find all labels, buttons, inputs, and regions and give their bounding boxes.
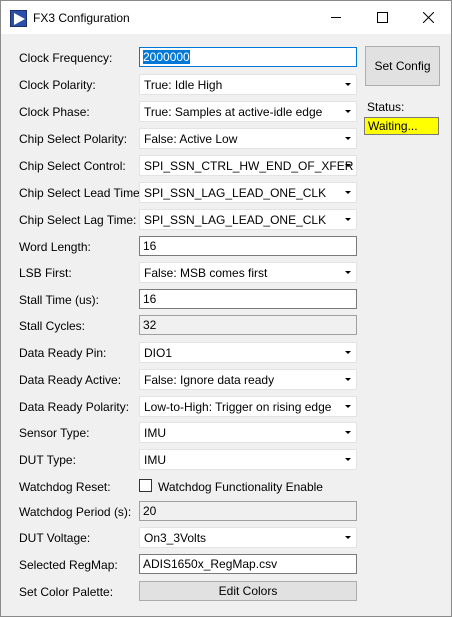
dropdown-arrow-icon <box>345 458 351 461</box>
sensor-type-value: IMU <box>144 426 166 440</box>
app-play-icon <box>10 10 27 27</box>
data-ready-pin-value: DIO1 <box>144 346 173 360</box>
clock-polarity-dropdown[interactable]: True: Idle High <box>139 74 357 95</box>
clock-polarity-value: True: Idle High <box>144 78 223 92</box>
watchdog-enable-checkbox[interactable] <box>139 479 152 492</box>
status-indicator: Waiting... <box>364 117 439 135</box>
set-color-palette-label: Set Color Palette: <box>19 585 114 599</box>
word-length-input[interactable]: 16 <box>139 236 357 256</box>
dut-type-dropdown[interactable]: IMU <box>139 449 357 470</box>
dut-type-label: DUT Type: <box>19 453 76 467</box>
window-title: FX3 Configuration <box>33 11 130 25</box>
selected-regmap-value: ADIS1650x_RegMap.csv <box>143 557 278 571</box>
clock-phase-label: Clock Phase: <box>19 105 90 119</box>
dropdown-arrow-icon <box>345 536 351 539</box>
sensor-type-dropdown[interactable]: IMU <box>139 422 357 443</box>
data-ready-active-value: False: Ignore data ready <box>144 373 275 387</box>
fx3-configuration-window: FX3 Configuration Clock Frequency: 20000… <box>0 0 452 617</box>
stall-time-label: Stall Time (us): <box>19 293 100 307</box>
data-ready-polarity-dropdown[interactable]: Low-to-High: Trigger on rising edge <box>139 396 357 417</box>
dropdown-arrow-icon <box>345 137 351 140</box>
dropdown-arrow-icon <box>345 83 351 86</box>
data-ready-polarity-value: Low-to-High: Trigger on rising edge <box>144 400 332 414</box>
dropdown-arrow-icon <box>345 378 351 381</box>
stall-cycles-label: Stall Cycles: <box>19 319 86 333</box>
chip-select-lead-time-dropdown[interactable]: SPI_SSN_LAG_LEAD_ONE_CLK <box>139 182 357 203</box>
watchdog-reset-label: Watchdog Reset: <box>19 480 111 494</box>
clock-phase-dropdown[interactable]: True: Samples at active-idle edge <box>139 101 357 122</box>
data-ready-active-label: Data Ready Active: <box>19 373 122 387</box>
set-config-button[interactable]: Set Config <box>365 46 440 86</box>
data-ready-active-dropdown[interactable]: False: Ignore data ready <box>139 369 357 390</box>
clock-frequency-input[interactable]: 2000000 <box>139 47 357 67</box>
sensor-type-label: Sensor Type: <box>19 426 90 440</box>
stall-cycles-value: 32 <box>143 318 157 332</box>
clock-phase-value: True: Samples at active-idle edge <box>144 105 323 119</box>
close-button[interactable] <box>405 1 451 34</box>
dut-voltage-value: On3_3Volts <box>144 531 207 545</box>
clock-frequency-label: Clock Frequency: <box>19 51 113 65</box>
watchdog-period-label: Watchdog Period (s): <box>19 505 132 519</box>
dut-voltage-dropdown[interactable]: On3_3Volts <box>139 527 357 548</box>
dut-type-value: IMU <box>144 453 166 467</box>
selected-regmap-label: Selected RegMap: <box>19 558 118 572</box>
word-length-label: Word Length: <box>19 240 91 254</box>
dropdown-arrow-icon <box>345 218 351 221</box>
dropdown-arrow-icon <box>345 191 351 194</box>
watchdog-enable-checkbox-label[interactable]: Watchdog Functionality Enable <box>158 480 323 494</box>
chip-select-polarity-label: Chip Select Polarity: <box>19 132 128 146</box>
data-ready-pin-dropdown[interactable]: DIO1 <box>139 342 357 363</box>
stall-time-input[interactable]: 16 <box>139 289 357 309</box>
stall-time-value: 16 <box>143 292 157 306</box>
edit-colors-button[interactable]: Edit Colors <box>139 581 357 601</box>
watchdog-period-field: 20 <box>139 501 357 521</box>
status-label: Status: <box>367 100 405 114</box>
selected-regmap-input[interactable]: ADIS1650x_RegMap.csv <box>139 554 357 574</box>
dropdown-arrow-icon <box>345 271 351 274</box>
word-length-value: 16 <box>143 239 157 253</box>
watchdog-period-value: 20 <box>143 504 157 518</box>
lsb-first-dropdown[interactable]: False: MSB comes first <box>139 262 357 283</box>
chip-select-control-label: Chip Select Control: <box>19 159 126 173</box>
data-ready-polarity-label: Data Ready Polarity: <box>19 400 130 414</box>
lsb-first-label: LSB First: <box>19 266 72 280</box>
form-body: Clock Frequency: 2000000 Clock Polarity:… <box>1 34 451 616</box>
chip-select-lag-time-label: Chip Select Lag Time: <box>19 213 137 227</box>
chip-select-control-value: SPI_SSN_CTRL_HW_END_OF_XFER <box>144 159 354 173</box>
lsb-first-value: False: MSB comes first <box>144 266 268 280</box>
dropdown-arrow-icon <box>345 110 351 113</box>
chip-select-control-dropdown[interactable]: SPI_SSN_CTRL_HW_END_OF_XFER <box>139 155 357 176</box>
dropdown-arrow-icon <box>345 431 351 434</box>
clock-polarity-label: Clock Polarity: <box>19 78 96 92</box>
minimize-icon <box>331 17 341 18</box>
chip-select-lead-time-value: SPI_SSN_LAG_LEAD_ONE_CLK <box>144 186 327 200</box>
chip-select-lag-time-value: SPI_SSN_LAG_LEAD_ONE_CLK <box>144 213 327 227</box>
chip-select-polarity-dropdown[interactable]: False: Active Low <box>139 128 357 149</box>
title-bar[interactable]: FX3 Configuration <box>1 1 451 34</box>
data-ready-pin-label: Data Ready Pin: <box>19 346 107 360</box>
minimize-button[interactable] <box>313 1 359 34</box>
stall-cycles-field: 32 <box>139 315 357 335</box>
chip-select-polarity-value: False: Active Low <box>144 132 238 146</box>
dut-voltage-label: DUT Voltage: <box>19 531 91 545</box>
clock-frequency-value: 2000000 <box>143 50 190 64</box>
dropdown-arrow-icon <box>345 351 351 354</box>
maximize-icon <box>377 12 388 23</box>
close-icon <box>423 12 434 23</box>
maximize-button[interactable] <box>359 1 405 34</box>
dropdown-arrow-icon <box>345 164 351 167</box>
chip-select-lag-time-dropdown[interactable]: SPI_SSN_LAG_LEAD_ONE_CLK <box>139 209 357 230</box>
chip-select-lead-time-label: Chip Select Lead Time: <box>19 186 144 200</box>
dropdown-arrow-icon <box>345 405 351 408</box>
